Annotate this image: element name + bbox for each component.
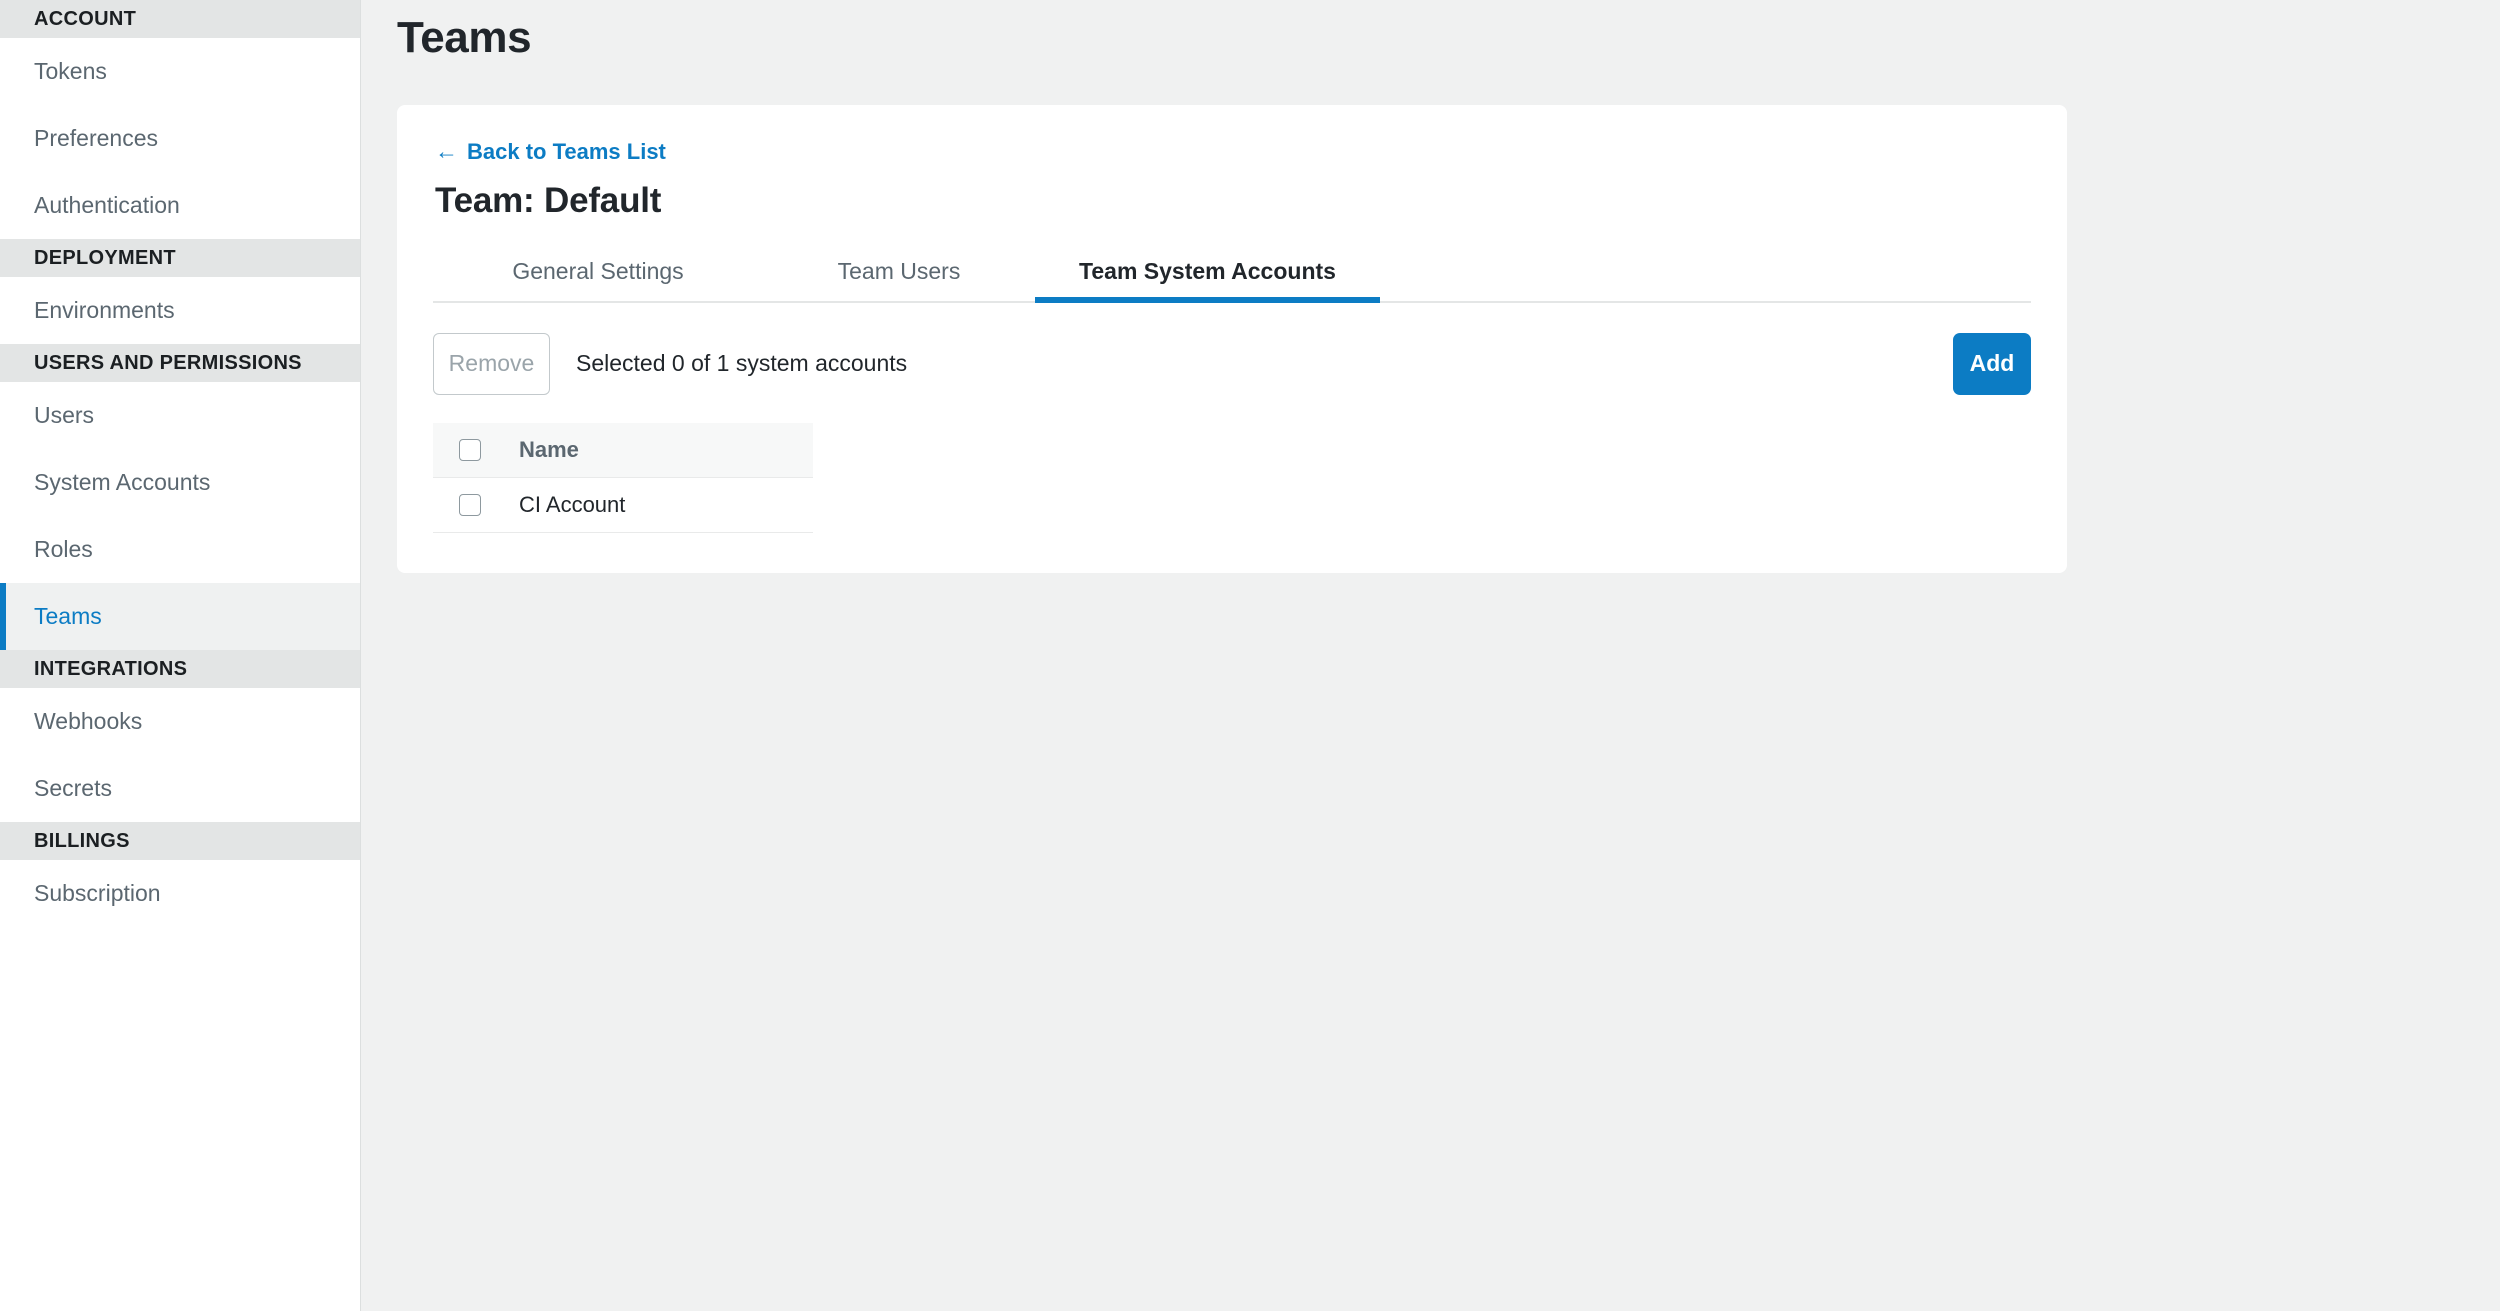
selection-status-text: Selected 0 of 1 system accounts bbox=[576, 350, 908, 377]
sidebar-item-users[interactable]: Users bbox=[0, 382, 360, 449]
sidebar-item-label: Roles bbox=[34, 536, 93, 562]
tab-bar: General Settings Team Users Team System … bbox=[433, 247, 2031, 303]
back-to-teams-list-link[interactable]: ← Back to Teams List bbox=[435, 139, 666, 165]
tab-label: General Settings bbox=[512, 257, 684, 284]
sidebar-item-environments[interactable]: Environments bbox=[0, 277, 360, 344]
add-button[interactable]: Add bbox=[1953, 332, 2031, 395]
sidebar-item-label: System Accounts bbox=[34, 469, 211, 495]
sidebar-item-label: Users bbox=[34, 402, 95, 428]
sidebar-item-label: Tokens bbox=[34, 58, 107, 84]
tab-team-system-accounts[interactable]: Team System Accounts bbox=[1035, 257, 1380, 303]
sidebar-item-roles[interactable]: Roles bbox=[0, 516, 360, 583]
remove-button[interactable]: Remove bbox=[433, 332, 550, 395]
tab-label: Team System Accounts bbox=[1079, 257, 1336, 284]
sidebar-item-subscription[interactable]: Subscription bbox=[0, 860, 360, 927]
sidebar-item-label: Teams bbox=[34, 603, 102, 629]
team-detail-card: ← Back to Teams List Team: Default Gener… bbox=[397, 104, 2067, 573]
row-checkbox[interactable] bbox=[459, 493, 481, 516]
table-row[interactable]: CI Account bbox=[433, 478, 813, 533]
sidebar-item-preferences[interactable]: Preferences bbox=[0, 105, 360, 172]
system-accounts-table: Name CI Account bbox=[433, 422, 813, 533]
sidebar-item-system-accounts[interactable]: System Accounts bbox=[0, 449, 360, 516]
sidebar-item-label: Webhooks bbox=[34, 708, 143, 734]
sidebar-item-label: Preferences bbox=[34, 125, 159, 151]
page-title: Teams bbox=[397, 13, 532, 62]
select-all-checkbox[interactable] bbox=[459, 438, 481, 461]
sidebar-item-teams[interactable]: Teams bbox=[0, 583, 360, 650]
table-header-row: Name bbox=[433, 422, 813, 478]
sidebar-section-billings: BILLINGS bbox=[0, 822, 360, 860]
sidebar-item-webhooks[interactable]: Webhooks bbox=[0, 688, 360, 755]
sidebar-item-label: Secrets bbox=[34, 775, 112, 801]
app-root: ACCOUNT Tokens Preferences Authenticatio… bbox=[0, 0, 2500, 1311]
table-toolbar: Remove Selected 0 of 1 system accounts A… bbox=[433, 332, 2031, 395]
sidebar: ACCOUNT Tokens Preferences Authenticatio… bbox=[0, 0, 361, 1311]
sidebar-section-users-and-permissions: USERS AND PERMISSIONS bbox=[0, 344, 360, 382]
sidebar-section-integrations: INTEGRATIONS bbox=[0, 650, 360, 688]
sidebar-item-label: Subscription bbox=[34, 880, 161, 906]
sidebar-item-authentication[interactable]: Authentication bbox=[0, 172, 360, 239]
sidebar-item-label: Authentication bbox=[34, 192, 180, 218]
sidebar-item-secrets[interactable]: Secrets bbox=[0, 755, 360, 822]
sidebar-item-label: Environments bbox=[34, 297, 175, 323]
main-content: Teams ← Back to Teams List Team: Default… bbox=[361, 0, 2500, 1311]
back-link-label: Back to Teams List bbox=[467, 138, 666, 164]
team-heading: Team: Default bbox=[435, 180, 662, 220]
arrow-left-icon: ← bbox=[435, 138, 458, 165]
sidebar-item-tokens[interactable]: Tokens bbox=[0, 38, 360, 105]
column-header-name: Name bbox=[519, 436, 579, 462]
sidebar-section-account: ACCOUNT bbox=[0, 0, 360, 38]
cell-name: CI Account bbox=[519, 491, 626, 517]
tab-label: Team Users bbox=[837, 257, 961, 284]
tab-team-users[interactable]: Team Users bbox=[763, 258, 1035, 301]
sidebar-section-deployment: DEPLOYMENT bbox=[0, 239, 360, 277]
tab-general-settings[interactable]: General Settings bbox=[433, 258, 763, 301]
